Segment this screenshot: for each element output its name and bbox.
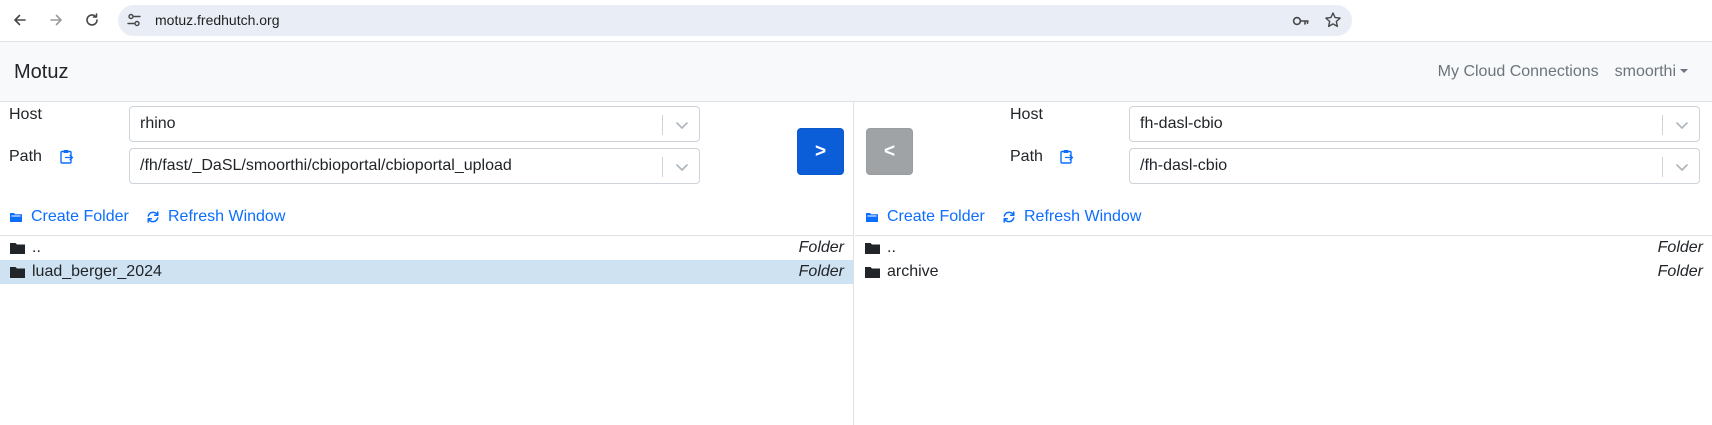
refresh-window-button[interactable]: Refresh Window xyxy=(146,208,285,226)
reload-icon xyxy=(86,13,98,26)
host-label: Host xyxy=(9,106,42,123)
back-button[interactable] xyxy=(8,8,32,32)
refresh-window-button[interactable]: Refresh Window xyxy=(1002,208,1141,226)
right-pane: < Host fh-dasl-cbio Path /fh-dasl-cbio C… xyxy=(855,102,1712,425)
path-value: /fh-dasl-cbio xyxy=(1140,157,1228,174)
left-pane: Host rhino Path /fh/fast/_DaSL/smoorthi/… xyxy=(0,102,854,425)
host-select[interactable]: fh-dasl-cbio xyxy=(1129,106,1700,142)
path-value: /fh/fast/_DaSL/smoorthi/cbioportal/cbiop… xyxy=(140,157,512,174)
path-label: Path xyxy=(9,148,42,165)
folder-icon xyxy=(10,267,25,278)
path-select[interactable]: /fh/fast/_DaSL/smoorthi/cbioportal/cbiop… xyxy=(129,148,700,184)
chevron-down-icon xyxy=(1676,122,1688,129)
transfer-left-button[interactable]: < xyxy=(866,128,913,175)
file-name: luad_berger_2024 xyxy=(32,263,162,280)
select-separator xyxy=(1662,157,1663,177)
transfer-right-button[interactable]: > xyxy=(797,128,844,175)
select-separator xyxy=(662,157,663,177)
chevron-down-icon xyxy=(676,164,688,171)
cloud-connections-link[interactable]: My Cloud Connections xyxy=(1438,63,1599,81)
host-select[interactable]: rhino xyxy=(129,106,700,142)
refresh-icon xyxy=(1003,211,1015,223)
create-folder-button[interactable]: Create Folder xyxy=(865,208,985,226)
file-list: .. Folder luad_berger_2024 Folder xyxy=(0,235,853,284)
list-item[interactable]: archive Folder xyxy=(855,260,1712,284)
list-item[interactable]: luad_berger_2024 Folder xyxy=(0,260,853,284)
user-name: smoorthi xyxy=(1614,63,1676,80)
clipboard-icon[interactable] xyxy=(59,149,74,164)
select-separator xyxy=(662,115,663,135)
create-folder-label: Create Folder xyxy=(887,208,985,225)
refresh-icon xyxy=(147,211,159,223)
file-name: .. xyxy=(887,239,896,256)
create-folder-button[interactable]: Create Folder xyxy=(9,208,129,226)
browser-toolbar: motuz.fredhutch.org xyxy=(0,0,1712,41)
folder-plus-icon xyxy=(866,213,878,222)
file-type: Folder xyxy=(798,239,844,256)
app-brand[interactable]: Motuz xyxy=(14,61,68,84)
app-navbar: Motuz My Cloud Connections smoorthi xyxy=(0,41,1712,102)
reload-button[interactable] xyxy=(80,8,104,32)
file-type: Folder xyxy=(1657,263,1703,280)
refresh-window-label: Refresh Window xyxy=(168,208,286,225)
file-type: Folder xyxy=(798,263,844,280)
create-folder-label: Create Folder xyxy=(31,208,129,225)
list-item[interactable]: .. Folder xyxy=(0,236,853,260)
user-menu[interactable]: smoorthi xyxy=(1615,63,1688,81)
folder-plus-icon xyxy=(10,213,22,222)
chevron-down-icon xyxy=(1680,69,1688,73)
path-select[interactable]: /fh-dasl-cbio xyxy=(1129,148,1700,184)
chevron-down-icon xyxy=(1676,164,1688,171)
host-value: rhino xyxy=(140,115,176,132)
host-label: Host xyxy=(1010,106,1043,123)
folder-icon xyxy=(10,243,25,254)
forward-button[interactable] xyxy=(44,8,68,32)
file-name: archive xyxy=(887,263,939,280)
tune-icon[interactable] xyxy=(126,12,142,28)
navbar-links: My Cloud Connections smoorthi xyxy=(1438,63,1688,81)
clipboard-icon[interactable] xyxy=(1059,149,1074,164)
file-list: .. Folder archive Folder xyxy=(855,235,1712,284)
key-icon[interactable] xyxy=(1292,12,1310,30)
file-name: .. xyxy=(32,239,41,256)
folder-icon xyxy=(865,243,880,254)
refresh-window-label: Refresh Window xyxy=(1024,208,1142,225)
url-text[interactable]: motuz.fredhutch.org xyxy=(155,12,280,28)
file-type: Folder xyxy=(1657,239,1703,256)
address-bar[interactable]: motuz.fredhutch.org xyxy=(118,5,1352,36)
list-item[interactable]: .. Folder xyxy=(855,236,1712,260)
path-label: Path xyxy=(1010,148,1043,165)
host-value: fh-dasl-cbio xyxy=(1140,115,1223,132)
star-icon[interactable] xyxy=(1324,11,1342,29)
arrow-left-icon xyxy=(14,14,26,26)
arrow-right-icon xyxy=(50,14,62,26)
folder-icon xyxy=(865,267,880,278)
chevron-down-icon xyxy=(676,122,688,129)
select-separator xyxy=(1662,115,1663,135)
